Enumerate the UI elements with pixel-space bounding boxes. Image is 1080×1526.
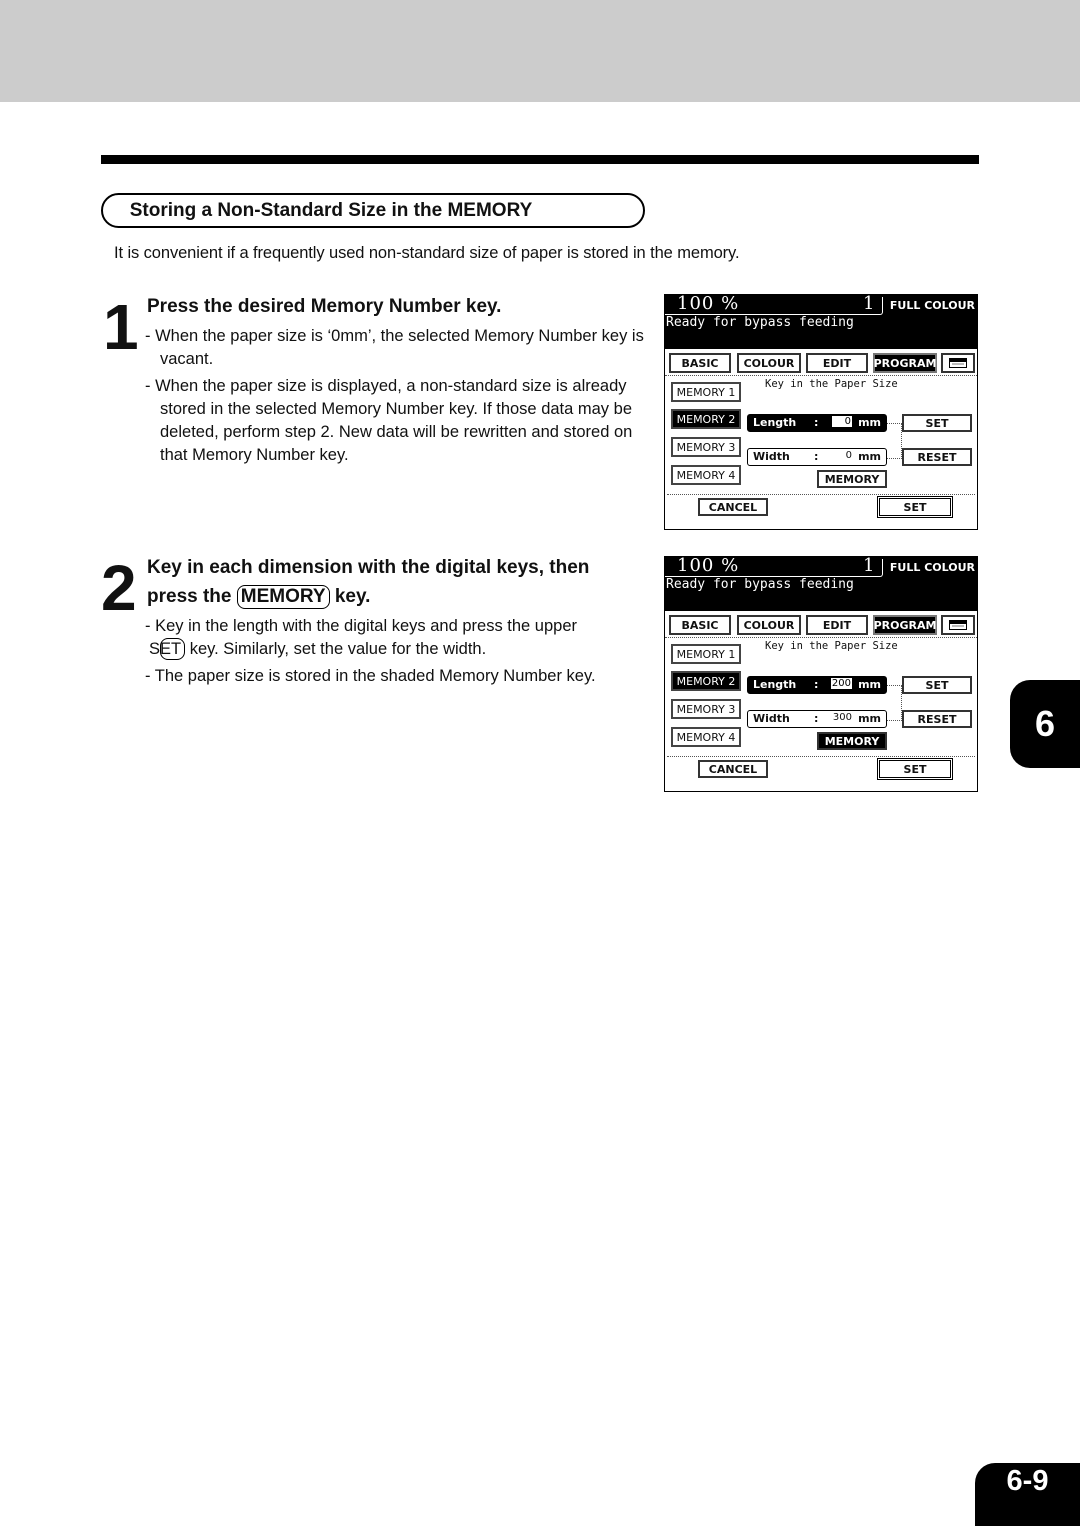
tab-program[interactable]: PROGRAM: [873, 615, 937, 635]
colour-mode: FULL COLOUR: [889, 561, 975, 574]
zoom-ratio: 100 %: [677, 293, 740, 314]
tab-program[interactable]: PROGRAM: [873, 353, 937, 373]
memory-4-button[interactable]: MEMORY 4: [671, 465, 741, 485]
section-heading: Storing a Non-Standard Size in the MEMOR…: [101, 193, 645, 228]
length-unit: mm: [858, 678, 881, 691]
tab-edit[interactable]: EDIT: [806, 353, 868, 373]
cancel-button[interactable]: CANCEL: [698, 760, 768, 778]
memory-3-button[interactable]: MEMORY 3: [671, 699, 741, 719]
page-number: 6-9: [975, 1463, 1080, 1526]
colour-mode: FULL COLOUR: [889, 299, 975, 312]
status-area: 100 % 1 FULL COLOUR Ready for bypass fee…: [665, 293, 977, 349]
status-area: 100 % 1 FULL COLOUR Ready for bypass fee…: [665, 555, 977, 611]
length-label: Length: [753, 678, 797, 691]
copy-count: 1: [863, 555, 875, 576]
panel-title: Key in the Paper Size: [765, 378, 898, 390]
memory-button[interactable]: MEMORY: [817, 732, 887, 750]
status-message: Ready for bypass feeding: [666, 315, 854, 330]
template-icon: [949, 620, 967, 630]
colon: :: [814, 712, 819, 725]
intro-text: It is convenient if a frequently used no…: [114, 244, 740, 262]
tab-basic[interactable]: BASIC: [669, 615, 731, 635]
step-title: Press the desired Memory Number key.: [147, 296, 502, 317]
paper-size-panel: Key in the Paper Size MEMORY 1 MEMORY 2 …: [665, 637, 977, 792]
copier-screen: 100 % 1 FULL COLOUR Ready for bypass fee…: [664, 293, 978, 530]
panel-title: Key in the Paper Size: [765, 640, 898, 652]
text: - Key in the length with the digital key…: [145, 617, 578, 635]
width-label: Width: [753, 450, 790, 463]
chapter-tab: 6: [1010, 680, 1080, 768]
memory-1-button[interactable]: MEMORY 1: [671, 644, 741, 664]
bullet: - When the paper size is displayed, a no…: [145, 377, 633, 464]
text: key. Similarly, set the value for the wi…: [189, 640, 487, 658]
tab-colour[interactable]: COLOUR: [737, 353, 801, 373]
step-title-line: press the MEMORY key.: [147, 582, 589, 611]
step-number: 1: [103, 291, 139, 363]
tab-template[interactable]: [941, 353, 975, 373]
colon: :: [814, 450, 819, 463]
length-unit: mm: [858, 416, 881, 429]
width-value: 300: [832, 712, 852, 723]
divider: [667, 494, 975, 495]
tab-bar: BASIC COLOUR EDIT PROGRAM: [667, 353, 975, 375]
paper-size-panel: Key in the Paper Size MEMORY 1 MEMORY 2 …: [665, 375, 977, 530]
bullet: - The paper size is stored in the shaded…: [145, 667, 596, 685]
width-label: Width: [753, 712, 790, 725]
length-field[interactable]: Length : 0 mm: [747, 414, 887, 432]
width-value: 0: [845, 450, 852, 461]
set-button[interactable]: SET: [902, 676, 972, 694]
length-label: Length: [753, 416, 797, 429]
reset-button[interactable]: RESET: [902, 710, 972, 728]
memory-3-button[interactable]: MEMORY 3: [671, 437, 741, 457]
width-unit: mm: [858, 712, 881, 725]
set-button[interactable]: SET: [902, 414, 972, 432]
set-confirm-button[interactable]: SET: [877, 758, 953, 780]
tab-colour[interactable]: COLOUR: [737, 615, 801, 635]
length-field[interactable]: Length : 200 mm: [747, 676, 887, 694]
step-bullets: - Key in the length with the digital key…: [145, 615, 650, 692]
step-title-line: Key in each dimension with the digital k…: [147, 557, 590, 578]
width-unit: mm: [858, 450, 881, 463]
step-bullets: - When the paper size is ‘0mm’, the sele…: [145, 325, 650, 471]
field-connector: [887, 685, 902, 721]
header-band: [0, 0, 1080, 102]
bullet: - When the paper size is ‘0mm’, the sele…: [145, 327, 644, 368]
status-message: Ready for bypass feeding: [666, 577, 854, 592]
text: key.: [334, 586, 371, 607]
bullet: - Key in the length with the digital key…: [145, 615, 650, 661]
length-value: 200: [830, 678, 852, 689]
tab-edit[interactable]: EDIT: [806, 615, 868, 635]
set-confirm-button[interactable]: SET: [877, 496, 953, 518]
section-title: Storing a Non-Standard Size in the MEMOR…: [129, 199, 533, 221]
step-number: 2: [101, 552, 137, 624]
copy-count: 1: [863, 293, 875, 314]
template-icon: [949, 358, 967, 368]
memory-4-button[interactable]: MEMORY 4: [671, 727, 741, 747]
memory-2-button[interactable]: MEMORY 2: [671, 671, 741, 691]
tab-basic[interactable]: BASIC: [669, 353, 731, 373]
divider: [667, 756, 975, 757]
length-value: 0: [832, 416, 852, 427]
width-field[interactable]: Width : 0 mm: [747, 448, 887, 466]
colon: :: [814, 416, 819, 429]
zoom-ratio: 100 %: [677, 555, 740, 576]
tab-template[interactable]: [941, 615, 975, 635]
colon: :: [814, 678, 819, 691]
section-rule: [101, 155, 979, 164]
step-title: Key in each dimension with the digital k…: [147, 553, 589, 611]
reset-button[interactable]: RESET: [902, 448, 972, 466]
memory-button[interactable]: MEMORY: [817, 470, 887, 488]
set-keycap: SET: [149, 638, 186, 660]
tab-bar: BASIC COLOUR EDIT PROGRAM: [667, 615, 975, 637]
text: press the: [147, 586, 232, 607]
memory-keycap: MEMORY: [236, 585, 330, 609]
copier-screen: 100 % 1 FULL COLOUR Ready for bypass fee…: [664, 555, 978, 792]
field-connector: [887, 423, 902, 459]
memory-2-button[interactable]: MEMORY 2: [671, 409, 741, 429]
memory-1-button[interactable]: MEMORY 1: [671, 382, 741, 402]
cancel-button[interactable]: CANCEL: [698, 498, 768, 516]
width-field[interactable]: Width : 300 mm: [747, 710, 887, 728]
